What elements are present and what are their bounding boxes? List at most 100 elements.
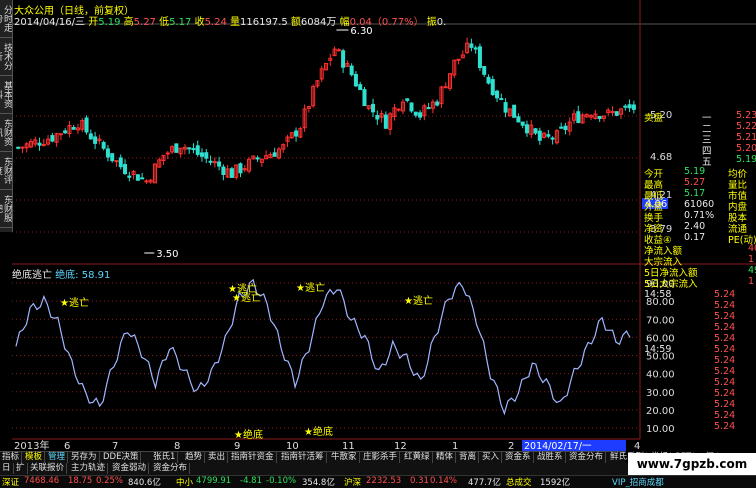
index1-change: 18.75 (68, 476, 93, 486)
indicator-tab[interactable]: 红黄绿 (402, 452, 433, 463)
candle-body (272, 152, 277, 157)
tick-row: 5.24 (644, 333, 756, 344)
tick-row: 5.24 (644, 366, 756, 377)
index2-change: -4.81 (240, 476, 262, 486)
stat-row: 收益④ 0.17 PE(动) (644, 232, 756, 246)
escape-signal: ★逃亡 (232, 291, 261, 304)
function-tab[interactable]: 日 (0, 463, 14, 474)
tick-row-cell: 5.24 (714, 421, 736, 432)
tick-row: 5.24 (644, 410, 756, 421)
candle-body (84, 117, 89, 133)
indicator-tab[interactable]: 指标 (0, 452, 23, 463)
candle-body (559, 126, 564, 129)
function-tab[interactable]: 扩 (14, 463, 28, 474)
vip-text[interactable]: VIP_招商成都 (612, 476, 664, 488)
index1-amount: 840.6亿 (128, 478, 161, 488)
amplitude-label: 振 (426, 17, 437, 28)
indicator-param-label: 绝底: (55, 270, 79, 281)
candle-body (520, 121, 525, 126)
flow-row: 5日净流入额49 (644, 265, 756, 279)
indicator-tab[interactable]: 卖出 (206, 452, 229, 463)
indicator-tab[interactable]: 指南针活筹 (279, 452, 327, 463)
x-axis-month: 4 (634, 441, 640, 452)
tick-row-cell: 14:59 (644, 344, 672, 355)
indicator-tab[interactable]: DDE决策 (101, 452, 142, 463)
sell-level-2: 二 5.22 (644, 121, 756, 135)
index3-label: 沪深 (344, 478, 362, 488)
indicator-tab[interactable]: 张氏1 (151, 452, 179, 463)
indicator-tab[interactable]: 管理 (46, 452, 69, 463)
indicator-tab[interactable]: 牛散家 (329, 452, 360, 463)
candle-body (477, 46, 482, 68)
indicator-tab[interactable]: 指南针资金 (229, 452, 277, 463)
sell-level-4-cell: 5.20 (736, 143, 756, 154)
candle-body (144, 180, 149, 183)
candle-body (127, 175, 132, 178)
indicator-tab[interactable]: 趋势 (183, 452, 206, 463)
indicator-tab[interactable]: 模板 (23, 452, 46, 463)
candle-body (50, 135, 55, 142)
function-tab[interactable]: 资金分布 (151, 463, 191, 474)
bottom-signal: ★绝底 (304, 425, 333, 438)
indicator-tab[interactable]: 另存为 (69, 452, 100, 463)
candle-body (499, 98, 504, 101)
open-label: 开 (88, 17, 99, 28)
tick-row: 14:58 5.24 (644, 289, 756, 300)
tick-row-cell: 5.24 (714, 399, 736, 410)
candle-body (217, 161, 222, 167)
indicator-tab[interactable]: 庄影杀手 (361, 452, 401, 463)
candle-body (16, 146, 21, 149)
candle-body (512, 104, 517, 118)
low-annotation: 3.50 (156, 249, 178, 260)
index3-amount: 477.7亿 (468, 478, 501, 488)
candle-body (105, 148, 110, 158)
candle-body (294, 130, 299, 137)
index1-label: 深证 (2, 478, 20, 488)
candle-body (204, 152, 209, 159)
index2-label: 中小 (176, 478, 194, 488)
stat-row-cell: 61060 (684, 199, 715, 210)
index1-percent: 0.25% (96, 476, 124, 486)
indicator-title[interactable]: 绝底逃亡 绝底: 58.91 (12, 266, 110, 281)
indicator-tab[interactable]: 资金系 (503, 452, 534, 463)
candle-body (93, 136, 98, 144)
sell-level-2-cell: 5.22 (736, 121, 756, 132)
candle-body (418, 112, 423, 118)
tick-row-cell: 5.24 (714, 289, 736, 300)
candle-body (336, 49, 341, 52)
function-tab[interactable]: 主力轨迹 (69, 463, 109, 474)
tick-row: 5.24 (644, 311, 756, 322)
candle-body (490, 79, 495, 96)
indicator-param-value: 58.91 (81, 270, 111, 281)
stat-row-cell: 5.17 (684, 188, 706, 199)
indicator-name: 绝底逃亡 (12, 270, 52, 281)
candle-body (358, 84, 363, 91)
indicator-tab[interactable]: 买入 (480, 452, 503, 463)
indicator-tab[interactable]: 精体 (434, 452, 457, 463)
flow-row-cell: 40 (748, 243, 756, 254)
low-value: 5.17 (169, 17, 192, 28)
sell-level-1-cell: 5.23 (736, 110, 756, 121)
candle-body (597, 115, 602, 119)
candle-body (353, 73, 358, 87)
candle-body (435, 101, 440, 106)
candle-body (405, 98, 410, 101)
indicator-tab[interactable]: 背离 (457, 452, 480, 463)
tick-row: 5.24 (644, 300, 756, 311)
total-value: 1592亿 (540, 478, 571, 488)
sell-level-4: 四 5.20 (644, 143, 756, 157)
candle-body (563, 125, 568, 131)
stat-row: 今开 5.19 均价 (644, 166, 756, 180)
flow-row-cell: 49 (748, 265, 756, 276)
volume-value: 116197.5 (240, 17, 288, 28)
candle-body (58, 133, 63, 136)
candle-body (195, 145, 200, 155)
index2-value: 4799.91 (196, 476, 232, 486)
tick-row: 5.24 (644, 421, 756, 432)
indicator-tab[interactable]: 战胜系 (535, 452, 566, 463)
candle-body (409, 102, 414, 112)
indicator-tab[interactable]: 资金分布 (567, 452, 607, 463)
tick-row: 5.24 (644, 388, 756, 399)
function-tab[interactable]: 资金弱动 (110, 463, 150, 474)
function-tab[interactable]: 关联报价 (28, 463, 68, 474)
